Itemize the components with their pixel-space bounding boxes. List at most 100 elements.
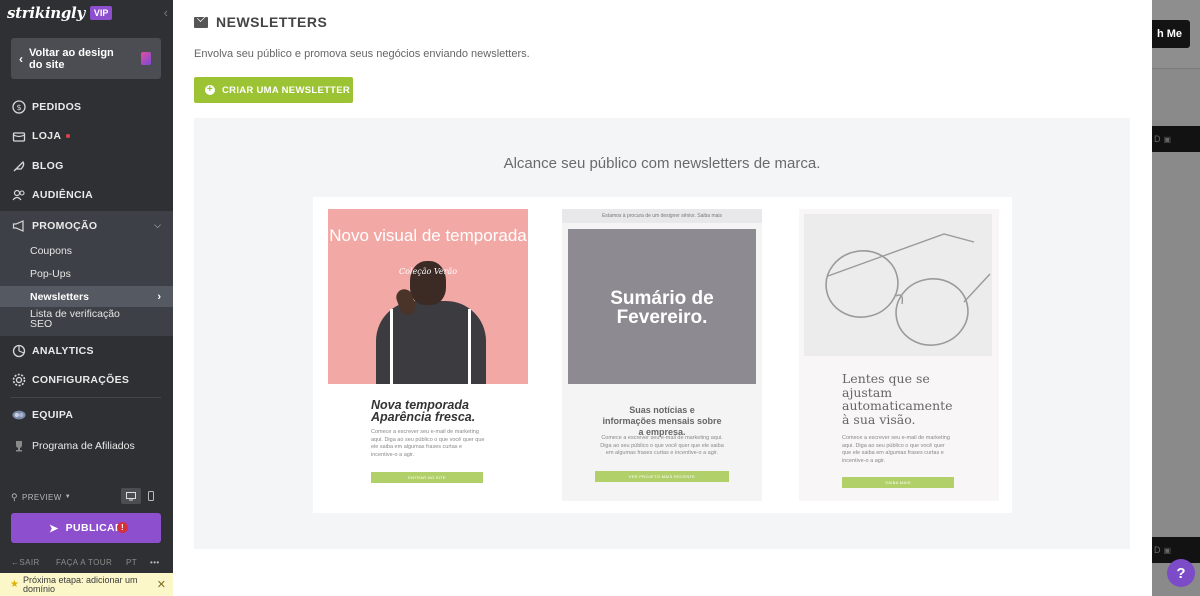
back-button-label: Voltar ao design do site [29,46,114,71]
sidebar-item-orders[interactable]: $ PEDIDOS [0,92,173,121]
sidebar-item-label: CONFIGURAÇÕES [32,373,130,386]
logo-row: strikingly VIP ‹ [0,0,173,26]
card-body-text: Comece a escrever seu e-mail de marketin… [371,429,485,458]
search-icon: ⚲ [11,491,18,502]
template-card-1[interactable]: Novo visual de temporada Coleção Verão N… [328,209,528,501]
newsletter-showcase: Alcance seu público com newsletters de m… [194,118,1130,549]
promo-section: PROMOÇÃO ⌵ Coupons Pop-Ups Newsletters ›… [0,211,173,336]
feather-icon [12,159,26,173]
template-card-3[interactable]: Lentes que se ajustam automaticamente à … [799,209,999,501]
collapse-sidebar-icon[interactable]: ‹ [164,5,168,20]
sidebar-item-label: PEDIDOS [32,100,82,113]
card-headline: Sumário de Fevereiro. [610,288,714,328]
panel-header: NEWSLETTERS [194,14,327,30]
svg-text:$: $ [16,103,21,112]
next-step-banner[interactable]: ★ Próxima etapa: adicionar um domínio ✕ [0,573,173,596]
publish-warning-badge: ! [117,522,128,533]
page-subtitle: Envolva seu público e promova seus negóc… [194,48,530,60]
template-card-2[interactable]: Estamos à procura de um designer sênior.… [562,209,762,501]
sidebar-item-label: LOJA [32,129,62,142]
mobile-preview-toggle[interactable] [145,488,157,504]
page-title: NEWSLETTERS [216,14,328,30]
store-icon [12,129,26,143]
sidebar-subitem-popups[interactable]: Pop-Ups [0,268,173,280]
sidebar-item-label: AUDIÊNCIA [32,188,94,201]
bottom-links: ← SAIR FAÇA A TOUR PT ••• [11,558,163,570]
background-bar-top: D ▣ [1152,126,1200,152]
pie-chart-icon [12,344,26,358]
preview-label: PREVIEW [22,492,62,502]
sidebar-subitem-seo-checklist[interactable]: Lista de verificação SEO [0,308,173,330]
sidebar-item-affiliate-program[interactable]: Programa de Afiliados [0,431,173,460]
exit-label: SAIR [19,558,40,567]
back-to-site-design-button[interactable]: ‹ Voltar ao design do site [11,38,161,79]
sidebar-item-promotion[interactable]: PROMOÇÃO ⌵ [0,211,173,240]
megaphone-icon [12,219,26,233]
help-button[interactable]: ? [1167,559,1195,587]
card-cta: SAIBA MAIS [842,477,954,488]
card-body-text: Comece a escrever seu e-mail de marketin… [600,435,724,456]
card-subheadline: Coleção Verão [398,267,458,276]
sidebar: strikingly VIP ‹ ‹ Voltar ao design do s… [0,0,173,596]
tour-link[interactable]: FAÇA A TOUR [56,558,112,567]
sidebar-item-audience[interactable]: AUDIÊNCIA [0,180,173,209]
language-link[interactable]: PT [126,558,137,567]
sidebar-subitem-label: Lista de verificação SEO [30,308,120,330]
chevron-left-icon: ‹ [19,51,23,66]
rocket-icon: ➤ [48,522,59,535]
next-step-text: Próxima etapa: adicionar um domínio [22,574,138,594]
background-header: h Me [1136,0,1200,69]
dollar-circle-icon: $ [12,99,26,114]
image-icon: ▣ [1163,545,1172,555]
card-cta: ENTRAR NO SITE [371,472,483,483]
notification-dot [66,133,71,138]
card-image: Novo visual de temporada Coleção Verão [328,209,528,384]
sidebar-item-settings[interactable]: CONFIGURAÇÕES [0,365,173,394]
card-image [804,214,992,356]
sidebar-item-label: EQUIPA [32,408,74,421]
card-top-bar: Estamos à procura de um designer sênior.… [562,209,762,223]
create-newsletter-label: CRIAR UMA NEWSLETTER [222,84,351,96]
create-newsletter-button[interactable]: + CRIAR UMA NEWSLETTER [194,77,353,103]
sidebar-item-team[interactable]: EQUIPA [0,400,173,429]
exit-link[interactable]: ← SAIR [11,558,39,567]
card-cta: VER PROJETO MAIS RECENTE [595,471,729,482]
showcase-title: Alcance seu público com newsletters de m… [503,155,821,172]
desktop-icon [126,491,136,500]
background-bar-text: D [1154,134,1161,144]
sidebar-item-store[interactable]: LOJA [0,121,173,150]
card-headline: Novo visual de temporada [329,226,527,245]
background-bar-text: D [1154,545,1161,555]
card-body-title: Nova temporada Aparência fresca. [371,398,476,424]
chevron-right-icon: › [157,290,161,303]
team-icon [12,408,26,422]
newsletters-panel: NEWSLETTERS Envolva seu público e promov… [173,0,1152,596]
sidebar-item-label: Programa de Afiliados [32,439,135,452]
gear-icon [12,373,26,387]
desktop-preview-toggle[interactable] [121,488,141,504]
publish-label: PUBLICAR [65,522,124,534]
sidebar-item-label: PROMOÇÃO [32,219,98,232]
card-image: Sumário de Fevereiro. [568,229,756,384]
card-body-text: Comece a escrever seu e-mail de marketin… [842,435,950,464]
divider [11,397,161,398]
sidebar-subitem-newsletters[interactable]: Newsletters › [0,286,173,307]
strikingly-logo[interactable]: strikingly [7,4,85,22]
close-icon[interactable]: ✕ [157,578,166,591]
sidebar-item-analytics[interactable]: ANALYTICS [0,336,173,365]
card-body: Nova temporada Aparência fresca. Comece … [328,384,528,501]
stripe [468,309,471,384]
more-menu-icon[interactable]: ••• [150,558,160,567]
mobile-icon [148,491,154,501]
users-icon [12,188,26,202]
glasses-illustration [825,233,991,346]
caret-down-icon: ▼ [64,494,72,500]
card-headline: Lentes que se ajustam automaticamente à … [842,371,953,427]
sidebar-item-blog[interactable]: BLOG [0,151,173,180]
sidebar-subitem-coupons[interactable]: Coupons [0,245,173,257]
plus-circle-icon: + [205,84,215,95]
sidebar-subitem-label: Newsletters [30,290,89,303]
envelope-icon [194,16,208,28]
trophy-icon [12,439,26,453]
publish-button[interactable]: ➤ PUBLICAR ! [11,513,161,543]
